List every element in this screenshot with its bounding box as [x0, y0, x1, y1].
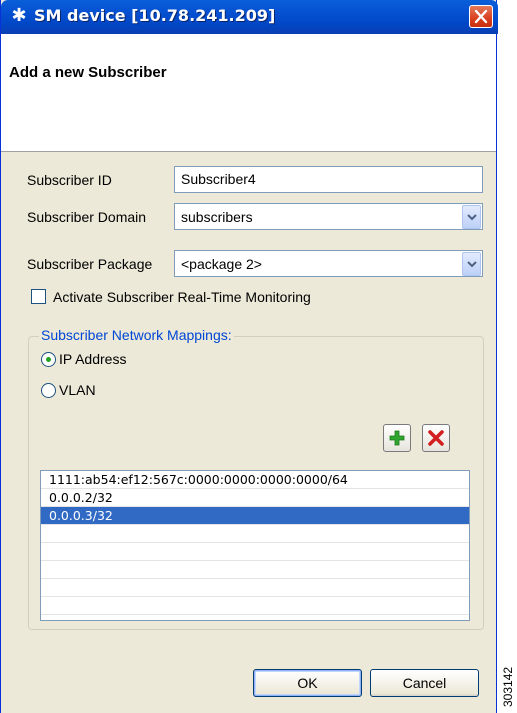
network-mappings-legend: Subscriber Network Mappings: — [39, 327, 234, 343]
list-item-empty[interactable] — [41, 579, 469, 597]
monitoring-checkbox[interactable] — [31, 289, 46, 304]
subscriber-package-select[interactable]: <package 2> — [174, 250, 483, 277]
close-button[interactable] — [469, 5, 493, 28]
dialog-header: Add a new Subscriber — [1, 34, 496, 152]
figure-number: 303142 — [501, 666, 515, 707]
ip-address-radio-label: IP Address — [59, 351, 127, 367]
domain-dropdown-button[interactable] — [462, 205, 481, 229]
list-item-empty[interactable] — [41, 543, 469, 561]
subscriber-domain-select[interactable]: subscribers — [174, 203, 483, 230]
add-mapping-button[interactable] — [383, 424, 411, 452]
plus-icon — [389, 430, 405, 446]
title-bar[interactable]: ✱ SM device [10.78.241.209] — [1, 0, 498, 34]
subscriber-domain-value: subscribers — [181, 209, 253, 225]
subscriber-id-label: Subscriber ID — [27, 172, 112, 188]
cisco-network-icon: ✱ — [11, 5, 27, 26]
ip-address-radio[interactable] — [41, 352, 56, 367]
list-item[interactable]: 0.0.0.2/32 — [41, 489, 469, 507]
ok-button[interactable]: OK — [253, 669, 362, 697]
list-item-empty[interactable] — [41, 561, 469, 579]
mappings-list[interactable]: 1111:ab54:ef12:567c:0000:0000:0000:0000/… — [40, 470, 470, 621]
package-dropdown-button[interactable] — [462, 252, 481, 276]
subscriber-id-input[interactable]: Subscriber4 — [174, 166, 483, 193]
list-item-selected[interactable]: 0.0.0.3/32 — [41, 507, 469, 525]
cancel-button[interactable]: Cancel — [370, 669, 479, 697]
chevron-down-icon — [467, 261, 477, 268]
list-item-empty[interactable] — [41, 525, 469, 543]
subscriber-package-value: <package 2> — [181, 256, 262, 272]
monitoring-checkbox-label: Activate Subscriber Real-Time Monitoring — [53, 289, 311, 305]
close-icon — [474, 9, 488, 24]
remove-mapping-button[interactable] — [422, 424, 450, 452]
list-item[interactable]: 1111:ab54:ef12:567c:0000:0000:0000:0000/… — [41, 471, 469, 489]
window-title: SM device [10.78.241.209] — [34, 6, 276, 25]
vlan-radio[interactable] — [41, 383, 56, 398]
list-item-empty[interactable] — [41, 597, 469, 615]
subscriber-domain-label: Subscriber Domain — [27, 209, 147, 225]
vlan-radio-label: VLAN — [59, 382, 96, 398]
chevron-down-icon — [467, 214, 477, 221]
dialog-window: ✱ SM device [10.78.241.209] Add a new Su… — [0, 0, 498, 713]
subscriber-package-label: Subscriber Package — [27, 256, 153, 272]
radio-selected-dot — [46, 357, 51, 362]
page-title: Add a new Subscriber — [9, 64, 167, 81]
delete-x-icon — [428, 430, 444, 446]
